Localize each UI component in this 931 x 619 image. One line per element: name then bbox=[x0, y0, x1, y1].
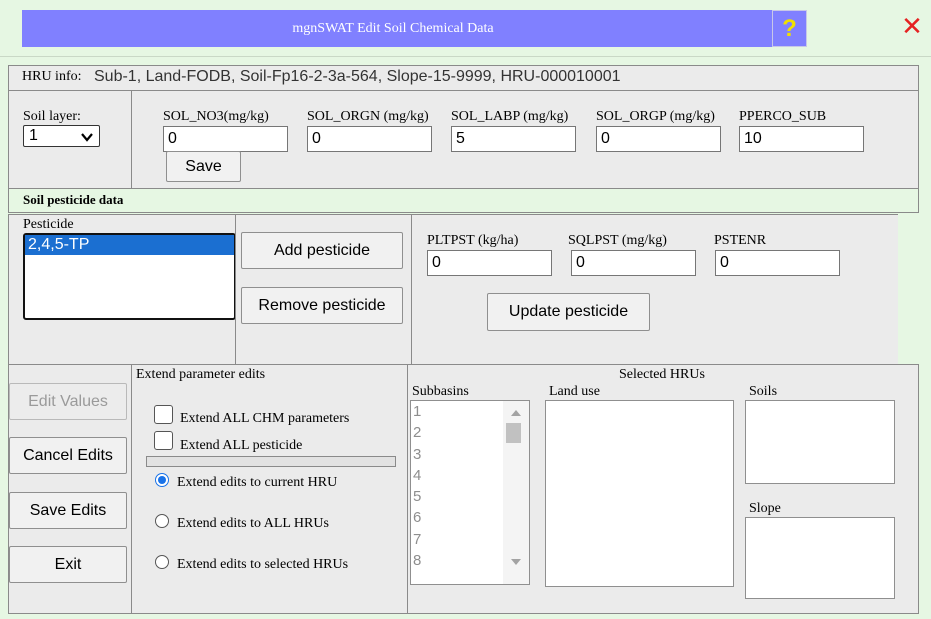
close-button[interactable]: ✕ bbox=[897, 12, 927, 42]
sqlpst-field[interactable]: 0 bbox=[571, 250, 696, 276]
extend-edits-panel: Extend parameter edits Extend ALL CHM pa… bbox=[131, 364, 408, 614]
hru-info-bar: HRU info: Sub-1, Land-FODB, Soil-Fp16-2-… bbox=[8, 65, 919, 91]
pperco-sub-field[interactable]: 10 bbox=[739, 126, 864, 152]
sol-no3-label: SOL_NO3(mg/kg) bbox=[163, 109, 269, 124]
subbasins-listbox[interactable]: 1 2 3 4 5 6 7 8 bbox=[410, 400, 530, 585]
pesticide-list-label: Pesticide bbox=[23, 217, 74, 232]
extend-all-hrus-label: Extend edits to ALL HRUs bbox=[177, 516, 329, 531]
sol-orgp-label: SOL_ORGP (mg/kg) bbox=[596, 109, 715, 124]
selected-hrus-title: Selected HRUs bbox=[619, 367, 705, 382]
title-divider bbox=[0, 56, 931, 57]
list-item[interactable]: 4 bbox=[413, 465, 503, 486]
land-use-label: Land use bbox=[549, 384, 600, 399]
hru-info-label: HRU info: bbox=[22, 69, 82, 84]
exit-button[interactable]: Exit bbox=[9, 546, 127, 583]
selected-hrus-panel: Selected HRUs Subbasins 1 2 3 4 5 6 7 8 … bbox=[407, 364, 919, 614]
extend-current-hru-radio[interactable] bbox=[155, 473, 169, 487]
sol-labp-field[interactable]: 5 bbox=[451, 126, 576, 152]
help-button[interactable]: ? bbox=[772, 10, 807, 47]
remove-pesticide-button[interactable]: Remove pesticide bbox=[241, 287, 403, 324]
add-pesticide-button[interactable]: Add pesticide bbox=[241, 232, 403, 269]
sqlpst-label: SQLPST (mg/kg) bbox=[568, 233, 667, 248]
soil-layer-select[interactable]: 1 bbox=[23, 125, 100, 147]
list-item[interactable]: 8 bbox=[413, 550, 503, 571]
pstenr-label: PSTENR bbox=[714, 233, 767, 248]
edit-values-button[interactable]: Edit Values bbox=[9, 383, 127, 420]
actions-panel: Edit Values Cancel Edits Save Edits Exit bbox=[8, 364, 132, 614]
extend-pesticide-label: Extend ALL pesticide bbox=[180, 438, 303, 453]
title-bar: mgnSWAT Edit Soil Chemical Data bbox=[22, 10, 772, 47]
list-item[interactable]: 6 bbox=[413, 507, 503, 528]
extend-edits-title: Extend parameter edits bbox=[136, 367, 266, 382]
cancel-edits-button[interactable]: Cancel Edits bbox=[9, 437, 127, 474]
subbasins-scrollbar[interactable] bbox=[503, 401, 529, 584]
list-item[interactable]: 3 bbox=[413, 444, 503, 465]
pperco-sub-label: PPERCO_SUB bbox=[739, 109, 827, 124]
extend-chm-label: Extend ALL CHM parameters bbox=[180, 411, 350, 426]
soils-listbox[interactable] bbox=[745, 400, 895, 484]
scroll-down-icon[interactable] bbox=[511, 555, 521, 571]
soil-layer-value: 1 bbox=[29, 127, 38, 144]
pesticide-list-panel: Pesticide 2,4,5-TP bbox=[8, 214, 236, 365]
land-use-listbox[interactable] bbox=[545, 400, 734, 587]
list-item[interactable]: 5 bbox=[413, 486, 503, 507]
subbasins-items: 1 2 3 4 5 6 7 8 bbox=[413, 401, 503, 571]
slope-listbox[interactable] bbox=[745, 517, 895, 599]
scrollbar-thumb[interactable] bbox=[506, 423, 521, 443]
scroll-up-icon[interactable] bbox=[511, 406, 521, 422]
pesticide-params-panel: PLTPST (kg/ha) 0 SQLPST (mg/kg) 0 PSTENR… bbox=[411, 214, 899, 365]
chemical-fields-panel: SOL_NO3(mg/kg) 0 SOL_ORGN (mg/kg) 0 SOL_… bbox=[131, 90, 919, 189]
list-item[interactable]: 2 bbox=[413, 422, 503, 443]
sol-labp-label: SOL_LABP (mg/kg) bbox=[451, 109, 569, 124]
slope-label: Slope bbox=[749, 501, 781, 516]
pltpst-label: PLTPST (kg/ha) bbox=[427, 233, 519, 248]
save-button[interactable]: Save bbox=[166, 151, 241, 182]
update-pesticide-button[interactable]: Update pesticide bbox=[487, 293, 650, 331]
pesticide-section-header: Soil pesticide data bbox=[8, 188, 919, 213]
pesticide-listbox[interactable]: 2,4,5-TP bbox=[23, 233, 236, 320]
pesticide-section-title: Soil pesticide data bbox=[23, 192, 124, 207]
extend-pesticide-checkbox[interactable] bbox=[154, 431, 173, 450]
sol-no3-field[interactable]: 0 bbox=[163, 126, 288, 152]
extend-divider bbox=[146, 456, 396, 467]
extend-current-hru-label: Extend edits to current HRU bbox=[177, 475, 338, 490]
chevron-down-icon bbox=[80, 130, 94, 144]
extend-chm-checkbox[interactable] bbox=[154, 405, 173, 424]
pesticide-panel-gap bbox=[898, 214, 919, 365]
pltpst-field[interactable]: 0 bbox=[427, 250, 552, 276]
soil-layer-label: Soil layer: bbox=[23, 109, 81, 124]
sol-orgp-field[interactable]: 0 bbox=[596, 126, 721, 152]
soil-layer-panel: Soil layer: 1 bbox=[8, 90, 132, 189]
window-title: mgnSWAT Edit Soil Chemical Data bbox=[292, 20, 494, 36]
pstenr-field[interactable]: 0 bbox=[715, 250, 840, 276]
soils-label: Soils bbox=[749, 384, 778, 399]
extend-all-hrus-radio[interactable] bbox=[155, 514, 169, 528]
list-item[interactable]: 7 bbox=[413, 529, 503, 550]
save-edits-button[interactable]: Save Edits bbox=[9, 492, 127, 529]
subbasins-label: Subbasins bbox=[412, 384, 469, 399]
extend-selected-hrus-radio[interactable] bbox=[155, 555, 169, 569]
hru-info-value: Sub-1, Land-FODB, Soil-Fp16-2-3a-564, Sl… bbox=[94, 68, 621, 85]
list-item[interactable]: 1 bbox=[413, 401, 503, 422]
extend-selected-hrus-label: Extend edits to selected HRUs bbox=[177, 557, 349, 572]
question-mark-icon: ? bbox=[782, 14, 797, 42]
sol-orgn-field[interactable]: 0 bbox=[307, 126, 432, 152]
close-icon: ✕ bbox=[901, 12, 923, 42]
pesticide-list-item[interactable]: 2,4,5-TP bbox=[25, 235, 234, 255]
sol-orgn-label: SOL_ORGN (mg/kg) bbox=[307, 109, 429, 124]
pesticide-actions-panel: Add pesticide Remove pesticide bbox=[235, 214, 412, 365]
